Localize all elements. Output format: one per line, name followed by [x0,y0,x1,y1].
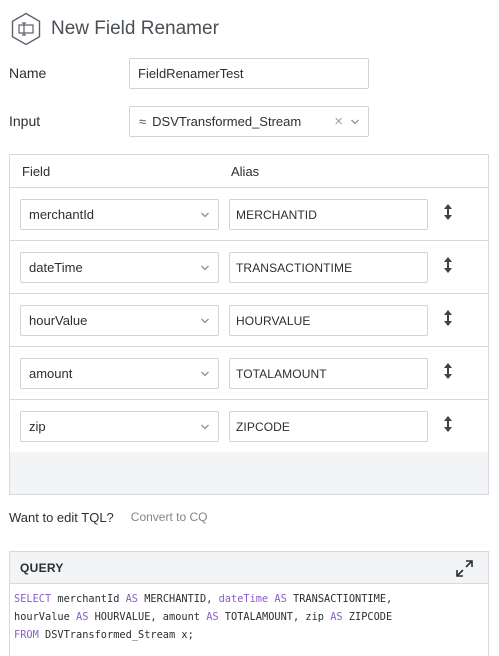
chevron-down-icon [201,212,209,217]
query-line: SELECT merchantId AS MERCHANTID, dateTim… [14,590,484,608]
field-alias-table: Field Alias merchantId MERCHANTID dateTi… [9,154,489,495]
table-footer [10,452,488,494]
field-select-value: merchantId [29,207,95,222]
field-select-value: hourValue [29,313,88,328]
field-select-value: amount [29,366,73,381]
chevron-down-icon[interactable] [350,117,360,127]
query-code[interactable]: SELECT merchantId AS MERCHANTID, dateTim… [10,584,488,650]
field-select-value: dateTime [29,260,83,275]
tql-question: Want to edit TQL? [9,510,114,525]
sql-keyword: AS [330,611,343,623]
clear-icon[interactable]: × [334,113,343,130]
chevron-down-icon [201,424,209,429]
query-line: hourValue AS HOURVALUE, amount AS TOTALA… [14,608,484,626]
column-header-alias: Alias [231,164,260,179]
sql-text: merchantId [51,593,126,605]
sql-keyword: AS [76,611,89,623]
field-select[interactable]: hourValue [20,305,219,336]
field-renamer-icon [11,12,41,46]
stream-icon: ≈ [139,114,147,129]
input-label: Input [9,113,41,129]
column-header-field: Field [22,164,51,179]
alias-input[interactable]: TRANSACTIONTIME [229,252,428,283]
query-panel: QUERY SELECT merchantId AS MERCHANTID, d… [9,551,489,656]
query-title: QUERY [20,561,64,575]
sql-keyword: AS [274,593,287,605]
tql-row: Want to edit TQL? Convert to CQ [9,510,207,525]
drag-handle-icon[interactable] [442,362,454,380]
drag-handle-icon[interactable] [442,415,454,433]
chevron-down-icon [201,265,209,270]
query-line: FROM DSVTransformed_Stream x; [14,626,484,644]
field-select[interactable]: amount [20,358,219,389]
field-select[interactable]: dateTime [20,252,219,283]
table-row: hourValue HOURVALUE [10,294,488,347]
convert-to-cq-link[interactable]: Convert to CQ [131,510,208,525]
page-header: New Field Renamer [10,12,219,46]
drag-handle-icon[interactable] [442,309,454,327]
sql-keyword: AS [125,593,139,605]
sql-keyword: FROM [14,629,39,641]
input-select-value: DSVTransformed_Stream [152,114,302,129]
sql-text: TRANSACTIONTIME, [286,593,393,605]
name-label: Name [9,65,47,81]
expand-icon[interactable] [455,559,474,578]
alias-input[interactable]: HOURVALUE [229,305,428,336]
chevron-down-icon [201,318,209,323]
alias-input[interactable]: ZIPCODE [229,411,428,442]
table-row: merchantId MERCHANTID [10,188,488,241]
sql-keyword: AS [206,611,219,623]
field-select[interactable]: zip [20,411,219,442]
drag-handle-icon[interactable] [442,203,454,221]
sql-keyword: dateTime [218,593,269,605]
field-select-value: zip [29,419,46,434]
chevron-down-icon [201,371,209,376]
sql-text: DSVTransformed_Stream x; [38,629,194,641]
query-header: QUERY [10,552,488,584]
sql-text: hourValue [14,611,76,623]
sql-keyword: SELECT [14,593,52,605]
alias-input[interactable]: TOTALAMOUNT [229,358,428,389]
sql-text: HOURVALUE, amount [88,611,207,623]
drag-handle-icon[interactable] [442,256,454,274]
name-input[interactable]: FieldRenamerTest [129,58,369,89]
table-row: amount TOTALAMOUNT [10,347,488,400]
input-select[interactable]: ≈ DSVTransformed_Stream × [129,106,369,137]
sql-text: MERCHANTID, [138,593,219,605]
table-row: dateTime TRANSACTIONTIME [10,241,488,294]
field-select[interactable]: merchantId [20,199,219,230]
sql-text: ZIPCODE [342,611,393,623]
sql-text: TOTALAMOUNT, zip [218,611,331,623]
table-row: zip ZIPCODE [10,400,488,453]
alias-input[interactable]: MERCHANTID [229,199,428,230]
page-title: New Field Renamer [51,18,219,39]
